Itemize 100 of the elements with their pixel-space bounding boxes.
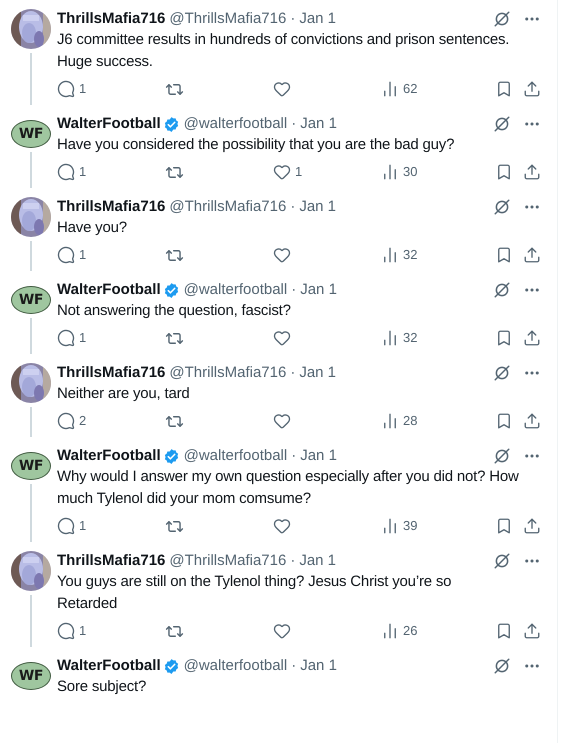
bar-chart-icon [381,329,399,347]
author-name[interactable]: ThrillsMafia716 [57,8,166,30]
author-name[interactable]: WalterFootball [57,278,161,302]
count-label: 2 [79,412,86,430]
slashed-circle-icon[interactable] [493,657,511,675]
share-button[interactable] [523,622,541,640]
author-handle[interactable]: @ThrillsMafia716 [169,196,286,218]
author-name[interactable]: ThrillsMafia716 [57,550,166,572]
count-label: 1 [79,517,86,536]
tweet-text: Have you considered the possibility that you are the bad guy? [57,135,456,155]
tweet-date[interactable]: Jan 1 [299,362,336,384]
views-button[interactable]: 26 [381,621,418,641]
share-button[interactable] [523,329,541,347]
bookmark-button[interactable] [495,517,513,535]
bar-chart-icon [381,80,399,98]
slashed-circle-icon[interactable] [493,281,511,299]
author-handle[interactable]: @walterfootball [184,444,288,468]
slashed-circle-icon[interactable] [493,10,511,28]
reply-button[interactable]: 1 [57,328,86,348]
share-button[interactable] [523,246,541,264]
reply-button[interactable]: 1 [57,79,86,99]
like-button[interactable] [273,412,291,430]
bar-chart-icon [381,517,399,535]
separator-dot: · [291,114,296,134]
like-button[interactable] [273,80,291,98]
separator-dot: · [290,550,296,571]
author-handle[interactable]: @ThrillsMafia716 [169,550,286,572]
separator-dot: · [290,196,296,217]
count-label: 62 [403,80,418,98]
count-label: 30 [403,163,418,182]
author-handle[interactable]: @walterfootball [184,278,288,302]
reply-button[interactable]: 1 [57,245,86,265]
author-handle[interactable]: @ThrillsMafia716 [169,8,286,30]
tweet-date[interactable]: Jan 1 [300,654,337,678]
like-button[interactable] [273,622,291,640]
author-handle[interactable]: @walterfootball [184,112,288,136]
author-name[interactable]: WalterFootball [57,654,161,678]
views-button[interactable]: 28 [381,411,418,431]
views-button[interactable]: 39 [381,516,418,536]
bookmark-button[interactable] [495,163,513,181]
views-button[interactable]: 62 [381,79,418,99]
slashed-circle-icon[interactable] [493,552,511,570]
count-label: 1 [79,246,86,264]
separator-dot: · [291,446,296,466]
logo: WF [11,120,51,148]
like-button[interactable] [273,329,291,347]
logo: WF [11,452,51,480]
tweet-date[interactable]: Jan 1 [299,196,336,218]
bookmark-button[interactable] [495,80,513,98]
share-button[interactable] [523,412,541,430]
slashed-circle-icon[interactable] [493,364,511,382]
tweet-text: Not answering the question, fascist? [57,301,292,321]
count-label: 32 [403,246,418,264]
reply-button[interactable]: 1 [57,621,86,641]
count-label: 26 [403,622,418,640]
count-label: 1 [79,163,86,182]
tweet-text: J6 committee results in hundreds of convictions and prison sentences. Huge success. [57,30,510,72]
slashed-circle-icon[interactable] [493,447,511,465]
bookmark-button[interactable] [495,329,513,347]
reply-button[interactable]: 2 [57,411,86,431]
count-label: 1 [79,622,86,640]
author-name[interactable]: WalterFootball [57,112,161,136]
share-button[interactable] [523,517,541,535]
author-name[interactable]: ThrillsMafia716 [57,362,166,384]
share-button[interactable] [523,80,541,98]
tweet-date[interactable]: Jan 1 [300,444,337,468]
like-button[interactable] [273,246,291,264]
logo: WF [11,286,51,314]
count-label: 1 [295,163,302,182]
count-label: 1 [79,329,86,348]
tweet-date[interactable]: Jan 1 [300,278,337,302]
separator-dot: · [291,280,296,300]
like-button[interactable] [273,517,291,535]
author-name[interactable]: ThrillsMafia716 [57,196,166,218]
reply-button[interactable]: 1 [57,516,86,536]
views-button[interactable]: 32 [381,245,418,265]
tweet-text: You guys are still on the Tylenol thing? Jesus Christ you’re so Retarded [57,572,452,614]
views-button[interactable]: 30 [381,162,418,182]
tweet-text: Why would I answer my own question especially after you did not? How much Tylenol did your mom comsume? [57,467,520,509]
reply-button[interactable]: 1 [57,162,86,182]
author-handle[interactable]: @walterfootball [184,654,288,678]
bar-chart-icon [381,622,399,640]
slashed-circle-icon[interactable] [493,198,511,216]
tweet-date[interactable]: Jan 1 [299,8,336,30]
count-label: 32 [403,329,418,348]
tweet-date[interactable]: Jan 1 [300,112,337,136]
bar-chart-icon [381,412,399,430]
share-button[interactable] [523,163,541,181]
bar-chart-icon [381,246,399,264]
count-label: 39 [403,517,418,536]
author-handle[interactable]: @ThrillsMafia716 [169,362,286,384]
tweet-date[interactable]: Jan 1 [299,550,336,572]
like-button[interactable]: 1 [273,162,302,182]
slashed-circle-icon[interactable] [493,115,511,133]
bookmark-button[interactable] [495,622,513,640]
bookmark-button[interactable] [495,246,513,264]
author-name[interactable]: WalterFootball [57,444,161,468]
views-button[interactable]: 32 [381,328,418,348]
tweet-text: Sore subject? [57,677,148,697]
bookmark-button[interactable] [495,412,513,430]
